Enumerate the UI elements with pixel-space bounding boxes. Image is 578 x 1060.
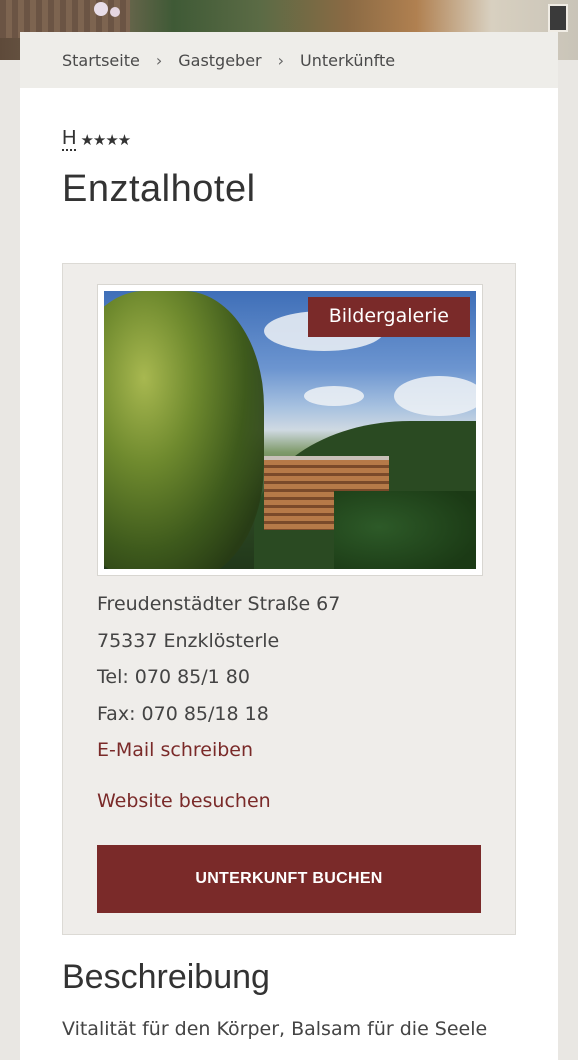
chevron-right-icon: › bbox=[277, 50, 285, 70]
address-city: 75337 Enzklösterle bbox=[97, 629, 280, 652]
email-link[interactable]: E-Mail schreiben bbox=[97, 732, 340, 769]
book-accommodation-button[interactable]: UNTERKUNFT BUCHEN bbox=[97, 845, 481, 913]
star-icons: ★★★★ bbox=[80, 130, 131, 149]
address-street: Freudenstädter Straße 67 bbox=[97, 593, 341, 615]
address-block: Freudenstädter Straße 67 75337 Enzklöste… bbox=[97, 586, 340, 769]
contact-card: Bildergalerie Freudenstädter Straße 67 7… bbox=[62, 263, 516, 935]
breadcrumb-item-unterkuenfte[interactable]: Unterkünfte bbox=[300, 51, 395, 70]
hotel-photo[interactable]: Bildergalerie bbox=[104, 291, 476, 569]
page-title: Enztalhotel bbox=[62, 168, 256, 210]
page-margin-left bbox=[0, 60, 20, 1060]
description-heading: Beschreibung bbox=[62, 958, 270, 996]
flower-image bbox=[94, 2, 108, 16]
breadcrumb: Startseite › Gastgeber › Unterkünfte bbox=[20, 32, 558, 88]
phone-number: Tel: 070 85/1 80 bbox=[97, 666, 250, 688]
website-link[interactable]: Website besuchen bbox=[97, 790, 271, 812]
foreground-leaves bbox=[104, 291, 264, 569]
breadcrumb-item-gastgeber[interactable]: Gastgeber bbox=[178, 51, 261, 70]
description-text: Vitalität für den Körper, Balsam für die… bbox=[62, 1018, 488, 1040]
breadcrumb-item-startseite[interactable]: Startseite bbox=[62, 51, 140, 70]
fax-number: Fax: 070 85/18 18 bbox=[97, 702, 269, 725]
hotel-rating: H ★★★★ bbox=[62, 128, 131, 151]
gallery-button[interactable]: Bildergalerie bbox=[307, 297, 470, 337]
window-image bbox=[548, 4, 568, 32]
trees bbox=[334, 491, 476, 569]
rating-abbreviation[interactable]: H bbox=[62, 128, 77, 151]
hotel-photo-frame[interactable]: Bildergalerie bbox=[97, 284, 483, 576]
chevron-right-icon: › bbox=[155, 50, 163, 70]
main-content: H ★★★★ Enztalhotel Bildergalerie Freuden… bbox=[20, 88, 558, 1060]
page-margin-right bbox=[558, 60, 578, 1060]
